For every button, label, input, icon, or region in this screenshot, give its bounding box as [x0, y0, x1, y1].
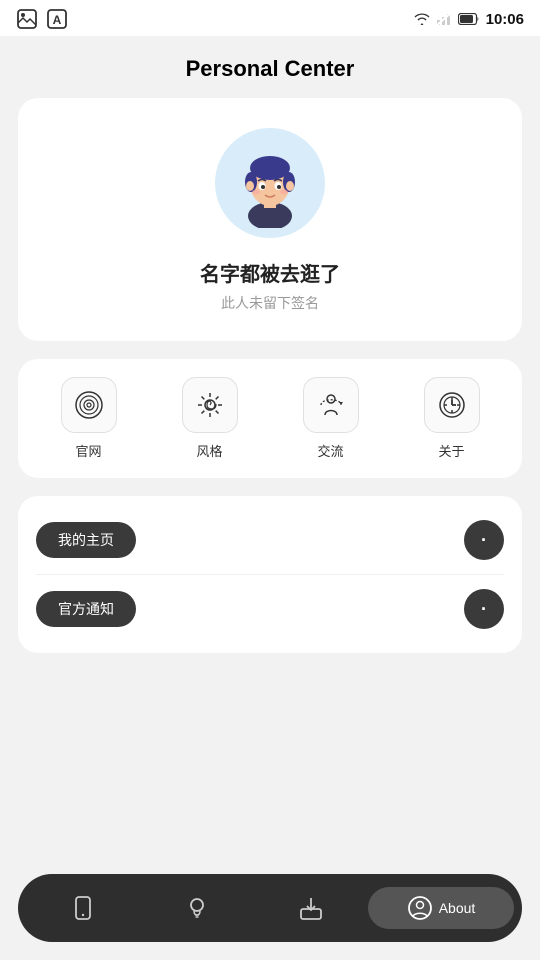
nav-item-download[interactable] [254, 895, 368, 921]
wifi-icon [414, 12, 430, 26]
status-right-icons: 10:06 [414, 11, 524, 28]
nav-item-home[interactable] [26, 895, 140, 921]
about-icon-box [424, 377, 480, 433]
mobile-icon [70, 895, 96, 921]
action-list: 我的主页 · 官方通知 · [18, 496, 522, 653]
font-icon: A [46, 8, 68, 30]
person-loop-icon [315, 389, 347, 421]
battery-icon [458, 13, 480, 25]
menu-item-exchange[interactable]: 交流 [270, 377, 391, 460]
menu-item-style[interactable]: 风格 [149, 377, 270, 460]
my-home-dot-button[interactable]: · [464, 520, 504, 560]
about-label: 关于 [438, 441, 464, 460]
action-row-official-notice: 官方通知 · [36, 575, 504, 643]
nav-about-label: About [439, 900, 476, 916]
bio: 此人未留下签名 [221, 293, 319, 313]
avatar-image [225, 138, 315, 228]
status-left-icons: A [16, 8, 68, 30]
menu-item-official[interactable]: 官网 [28, 377, 149, 460]
style-icon-box [182, 377, 238, 433]
username: 名字都被去逛了 [200, 258, 340, 287]
action-row-my-home: 我的主页 · [36, 506, 504, 575]
bulb-icon [184, 895, 210, 921]
status-bar: A 10:06 [0, 0, 540, 36]
style-label: 风格 [196, 441, 222, 460]
official-icon-box [61, 377, 117, 433]
spiral-icon [73, 389, 105, 421]
quick-menu: 官网 风格 [18, 359, 522, 478]
official-notice-dot-button[interactable]: · [464, 589, 504, 629]
exchange-icon-box [303, 377, 359, 433]
nav-item-idea[interactable] [140, 895, 254, 921]
exchange-label: 交流 [317, 441, 343, 460]
page-title: Personal Center [0, 36, 540, 98]
inbox-download-icon [298, 895, 324, 921]
nav-item-about[interactable]: About [368, 887, 514, 929]
svg-text:A: A [53, 13, 62, 27]
profile-card: 名字都被去逛了 此人未留下签名 [18, 98, 522, 341]
official-notice-button[interactable]: 官方通知 [36, 591, 136, 627]
bottom-nav: About [18, 874, 522, 942]
time-display: 10:06 [486, 11, 524, 28]
person-circle-icon [407, 895, 433, 921]
sun-spiral-icon [194, 389, 226, 421]
my-home-button[interactable]: 我的主页 [36, 522, 136, 558]
menu-item-about[interactable]: 关于 [391, 377, 512, 460]
official-label: 官网 [75, 441, 101, 460]
clock-circle-icon [436, 389, 468, 421]
gallery-icon [16, 8, 38, 30]
avatar [215, 128, 325, 238]
signal-icon [436, 12, 452, 26]
